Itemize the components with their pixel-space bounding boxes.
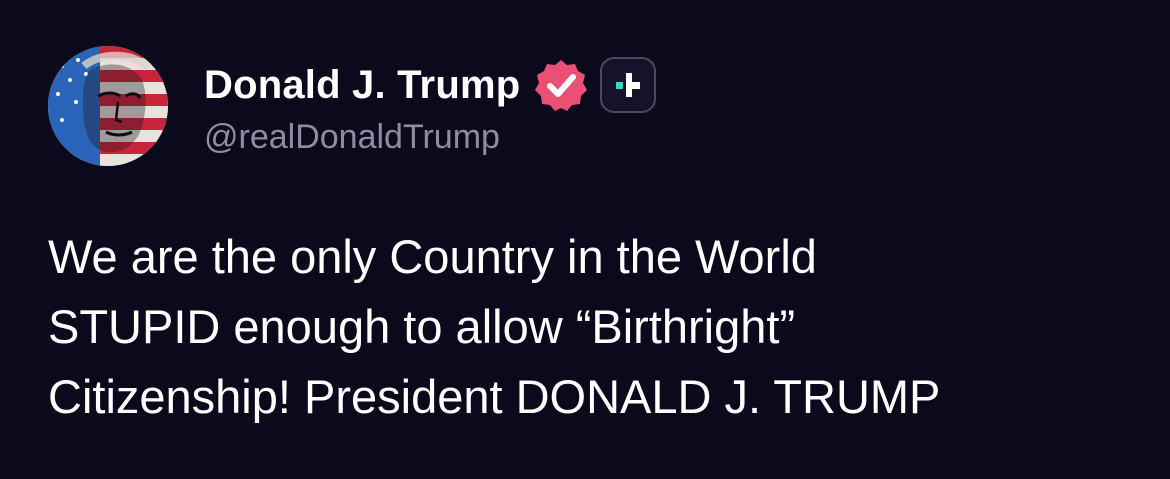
post-card: Donald J. Trump @realDonaldTrump We are … bbox=[0, 0, 1170, 479]
avatar[interactable] bbox=[48, 46, 168, 166]
name-row: Donald J. Trump bbox=[204, 54, 657, 116]
avatar-image bbox=[48, 46, 168, 166]
post-text: We are the only Country in the World STU… bbox=[48, 230, 941, 423]
verified-badge-icon bbox=[534, 58, 588, 112]
author-display-name[interactable]: Donald J. Trump bbox=[204, 63, 520, 108]
plus-badge-icon bbox=[600, 57, 657, 113]
author-identity: Donald J. Trump @realDonaldTrump bbox=[204, 46, 657, 157]
author-handle[interactable]: @realDonaldTrump bbox=[204, 118, 656, 157]
post-header: Donald J. Trump @realDonaldTrump bbox=[48, 46, 657, 170]
